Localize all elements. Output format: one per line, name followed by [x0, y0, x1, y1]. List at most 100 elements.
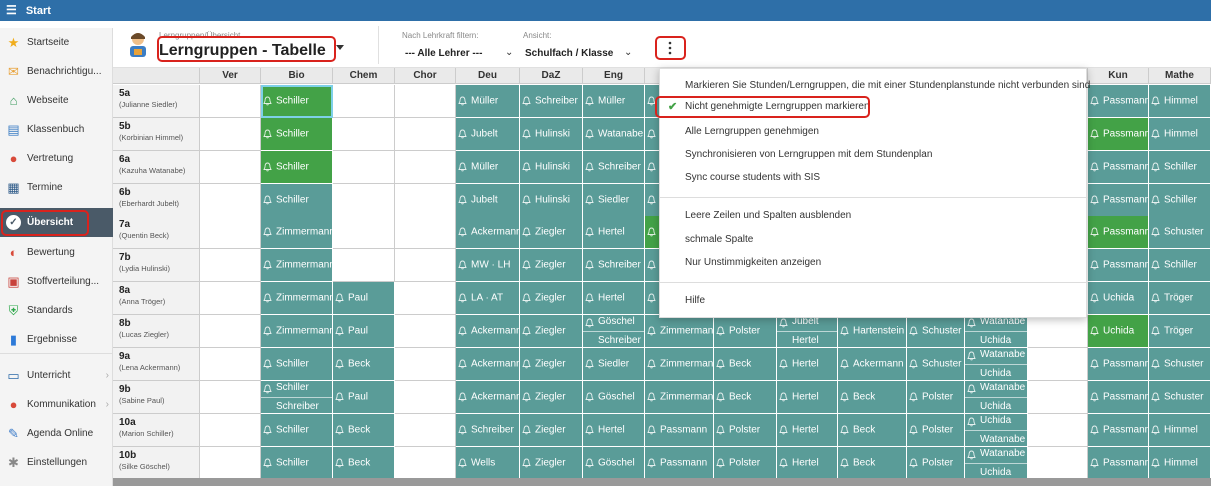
table-cell[interactable]	[1028, 315, 1088, 348]
table-cell[interactable]: Jubelt Hertel	[777, 315, 838, 348]
table-cell[interactable]: Ziegler	[520, 249, 583, 282]
sidebar-item-termine[interactable]: ▦ Termine	[0, 173, 113, 202]
table-cell[interactable]: Zimmermann	[261, 249, 333, 282]
table-cell[interactable]	[1028, 348, 1088, 381]
table-cell[interactable]: Watanabe Uchida	[965, 348, 1028, 381]
table-cell[interactable]: Watanabe Uchida	[965, 447, 1028, 480]
table-cell[interactable]: Ziegler	[520, 216, 583, 249]
sidebar-item-agenda-online[interactable]: ✎ Agenda Online	[0, 419, 113, 448]
table-cell[interactable]	[333, 184, 395, 217]
table-cell[interactable]: Passmann	[1088, 151, 1149, 184]
table-cell[interactable]: Passmann	[1088, 85, 1149, 118]
table-cell[interactable]: MW · LH	[456, 249, 520, 282]
table-cell[interactable]: Schuster	[1149, 381, 1211, 414]
row-header[interactable]: 5b (Korbinian Himmel)	[113, 118, 200, 151]
table-cell[interactable]: Passmann	[645, 447, 714, 480]
menu-item[interactable]: Markieren Sie Stunden/Lerngruppen, die m…	[685, 80, 1090, 91]
table-cell[interactable]: Schuster	[1149, 216, 1211, 249]
table-cell[interactable]: Tröger	[1149, 315, 1211, 348]
table-cell[interactable]: Beck	[838, 414, 907, 447]
table-cell[interactable]: Schreiber	[583, 249, 645, 282]
table-cell[interactable]: Siedler	[583, 348, 645, 381]
table-cell[interactable]: Beck	[333, 447, 395, 480]
table-cell[interactable]: Passmann	[1088, 249, 1149, 282]
table-cell[interactable]: Ziegler	[520, 315, 583, 348]
table-cell[interactable]	[200, 315, 261, 348]
table-cell[interactable]: Siedler	[583, 184, 645, 217]
table-cell[interactable]	[1028, 447, 1088, 480]
table-cell[interactable]: Ziegler	[520, 381, 583, 414]
table-cell[interactable]: Ziegler	[520, 282, 583, 315]
table-cell[interactable]: Schiller	[261, 118, 333, 151]
table-cell[interactable]	[333, 85, 395, 118]
table-cell[interactable]: Ackermann	[456, 348, 520, 381]
row-header[interactable]: 5a (Julianne Siedler)	[113, 85, 200, 118]
sidebar-item-bewertung[interactable]: ◐ Bewertung	[0, 238, 113, 267]
table-cell[interactable]: Uchida	[1088, 282, 1149, 315]
table-cell[interactable]: Polster	[907, 381, 965, 414]
table-cell[interactable]: Zimmermann	[645, 348, 714, 381]
table-cell[interactable]: Ziegler	[520, 414, 583, 447]
table-cell[interactable]: Polster	[907, 447, 965, 480]
table-cell[interactable]	[200, 184, 261, 217]
table-cell[interactable]: Paul	[333, 282, 395, 315]
sidebar-item-ergebnisse[interactable]: ▮ Ergebnisse	[0, 325, 113, 354]
row-header[interactable]: 9b (Sabine Paul)	[113, 381, 200, 414]
table-cell[interactable]: Hulinski	[520, 118, 583, 151]
table-cell[interactable]: Polster	[714, 414, 777, 447]
column-header[interactable]: DaZ	[520, 68, 583, 84]
table-cell[interactable]: Watanabe Uchida	[965, 315, 1028, 348]
table-cell[interactable]: Schiller	[1149, 184, 1211, 217]
table-cell[interactable]: Schiller	[261, 184, 333, 217]
table-cell[interactable]	[200, 381, 261, 414]
table-cell[interactable]: Schiller Schreiber	[261, 381, 333, 414]
table-cell[interactable]: Göschel	[583, 447, 645, 480]
row-header[interactable]: 10a (Marion Schiller)	[113, 414, 200, 447]
row-header[interactable]: 6b (Eberhardt Jubelt)	[113, 184, 200, 217]
table-cell[interactable]: Passmann	[1088, 118, 1149, 151]
column-header[interactable]: Chor	[395, 68, 456, 84]
sidebar-item-einstellungen[interactable]: ✱ Einstellungen	[0, 448, 113, 477]
table-cell[interactable]: Tröger	[1149, 282, 1211, 315]
table-cell[interactable]	[200, 282, 261, 315]
table-cell[interactable]: Schiller	[261, 447, 333, 480]
table-cell[interactable]: Polster	[907, 414, 965, 447]
table-cell[interactable]	[200, 348, 261, 381]
table-cell[interactable]	[395, 282, 456, 315]
table-cell[interactable]: Hertel	[777, 348, 838, 381]
sidebar-item-benachrichtigu[interactable]: ✉ Benachrichtigu...	[0, 57, 113, 86]
table-cell[interactable]: Schreiber	[583, 151, 645, 184]
table-cell[interactable]: Beck	[714, 348, 777, 381]
table-cell[interactable]: Hartenstein	[838, 315, 907, 348]
table-cell[interactable]: Hertel	[583, 216, 645, 249]
table-cell[interactable]	[395, 348, 456, 381]
table-cell[interactable]	[1028, 381, 1088, 414]
table-cell[interactable]: Uchida	[1088, 315, 1149, 348]
table-cell[interactable]	[333, 118, 395, 151]
table-cell[interactable]	[395, 414, 456, 447]
sidebar-item-vertretung[interactable]: ● Vertretung	[0, 144, 113, 173]
table-cell[interactable]	[200, 151, 261, 184]
column-header[interactable]: Deu	[456, 68, 520, 84]
table-cell[interactable]	[200, 85, 261, 118]
table-cell[interactable]	[333, 151, 395, 184]
menu-item[interactable]: Sync course students with SIS	[685, 172, 820, 183]
table-cell[interactable]	[395, 184, 456, 217]
menu-item[interactable]: Hilfe	[685, 295, 705, 306]
table-cell[interactable]: Jubelt	[456, 118, 520, 151]
table-cell[interactable]: Uchida Watanabe	[965, 414, 1028, 447]
table-cell[interactable]: Göschel	[583, 381, 645, 414]
table-cell[interactable]: Passmann	[1088, 381, 1149, 414]
menu-icon[interactable]: ☰	[6, 0, 17, 21]
table-cell[interactable]: Himmel	[1149, 85, 1211, 118]
table-cell[interactable]	[395, 216, 456, 249]
table-cell[interactable]: LA · AT	[456, 282, 520, 315]
table-cell[interactable]	[333, 249, 395, 282]
table-cell[interactable]: Ackermann	[456, 216, 520, 249]
table-cell[interactable]	[200, 414, 261, 447]
sidebar-item-startseite[interactable]: ★ Startseite	[0, 28, 113, 57]
table-cell[interactable]: Polster	[714, 315, 777, 348]
table-cell[interactable]	[333, 216, 395, 249]
table-cell[interactable]	[200, 118, 261, 151]
column-header[interactable]: Kun	[1088, 68, 1149, 84]
